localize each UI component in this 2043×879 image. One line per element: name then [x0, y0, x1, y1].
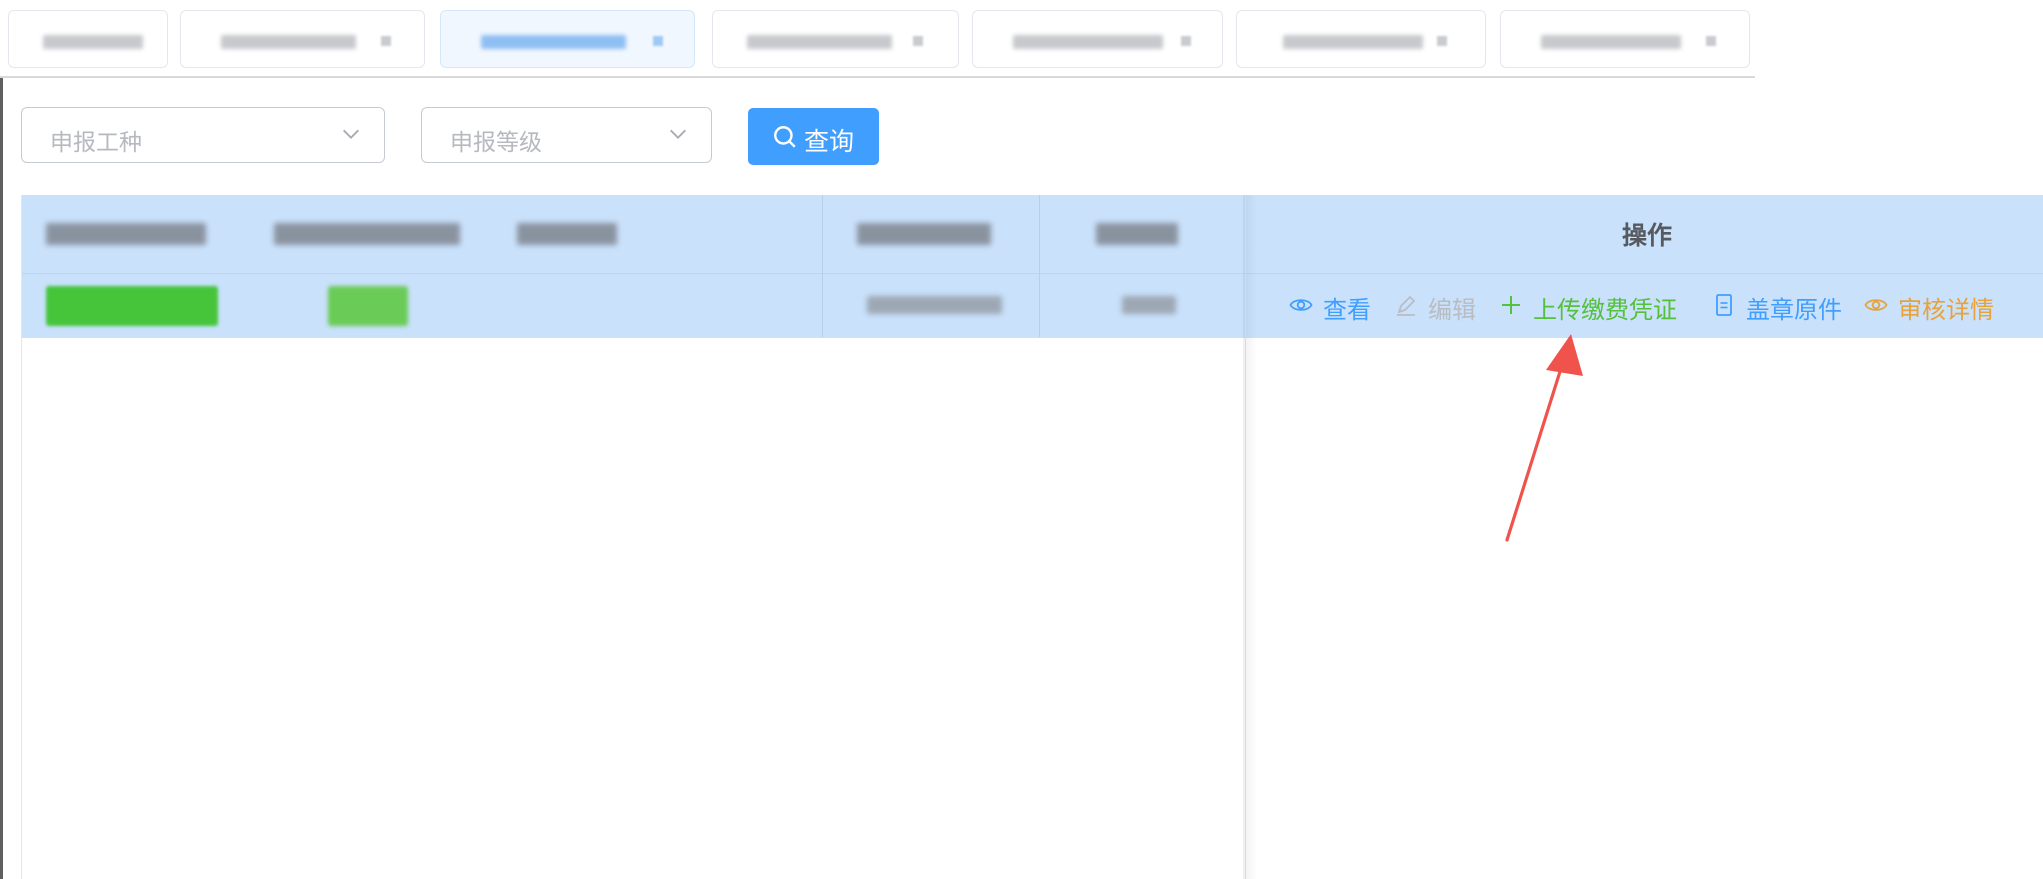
- close-icon[interactable]: [1437, 36, 1447, 46]
- tab-label-redacted: [221, 35, 356, 49]
- column-divider: [1039, 195, 1040, 337]
- level-placeholder: 申报等级: [450, 129, 542, 155]
- query-button-label: 查询: [804, 128, 855, 156]
- chevron-down-icon: [670, 129, 686, 139]
- view-label: 查看: [1323, 297, 1371, 324]
- document-icon: [1716, 294, 1732, 316]
- table-header: 操作: [22, 195, 2043, 273]
- eye-icon: [1289, 299, 1313, 311]
- close-icon[interactable]: [1181, 36, 1191, 46]
- cell-value-redacted: [1122, 296, 1176, 314]
- status-badge: [46, 286, 218, 326]
- job-type-select[interactable]: 申报工种: [21, 107, 385, 163]
- query-button[interactable]: 查询: [748, 108, 879, 165]
- sealed-original-label: 盖章原件: [1746, 297, 1842, 324]
- cell-value-redacted: [867, 296, 1002, 314]
- operation-column-header: 操作: [1622, 222, 1673, 250]
- window-edge: [0, 0, 3, 879]
- tab-label-redacted: [1283, 35, 1423, 49]
- edit-label: 编辑: [1428, 297, 1476, 324]
- upload-payment-proof-label: 上传缴费凭证: [1533, 297, 1677, 324]
- column-header-redacted: [857, 223, 991, 245]
- tab-1[interactable]: [8, 10, 168, 68]
- tab-label-redacted: [43, 35, 143, 49]
- tab-4[interactable]: [712, 10, 959, 68]
- tab-label-redacted: [1541, 35, 1681, 49]
- tab-label-redacted: [747, 35, 892, 49]
- column-header-redacted: [274, 223, 460, 245]
- close-icon[interactable]: [913, 36, 923, 46]
- plus-icon: [1502, 296, 1520, 314]
- chevron-down-icon: [343, 129, 359, 139]
- tab-7[interactable]: [1500, 10, 1750, 68]
- tab-3-active[interactable]: [440, 10, 695, 68]
- tab-2[interactable]: [180, 10, 425, 68]
- tab-label-redacted: [1013, 35, 1163, 49]
- page-tabs: [0, 0, 1755, 78]
- column-header-redacted: [517, 223, 617, 245]
- table-row: 查看 编辑 上传缴费凭证 盖章原件 审核详情: [22, 273, 2043, 338]
- column-header-redacted: [46, 223, 206, 245]
- tab-5[interactable]: [972, 10, 1223, 68]
- column-header-redacted: [1096, 223, 1178, 245]
- review-details-label: 审核详情: [1898, 297, 1994, 324]
- fixed-column-shadow: [1243, 195, 1257, 879]
- close-icon[interactable]: [381, 36, 391, 46]
- application-table: 操作 查看 编辑 上传缴费凭证 盖章原件 审核详情: [21, 195, 2043, 879]
- search-icon: [774, 126, 796, 148]
- tab-label-redacted: [481, 35, 626, 49]
- status-badge: [328, 286, 408, 326]
- job-type-placeholder: 申报工种: [50, 129, 142, 155]
- pencil-icon: [1397, 295, 1416, 316]
- tab-6[interactable]: [1236, 10, 1486, 68]
- eye-icon: [1864, 299, 1888, 311]
- level-select[interactable]: 申报等级: [421, 107, 712, 163]
- column-divider: [822, 195, 823, 337]
- close-icon[interactable]: [653, 36, 663, 46]
- close-icon[interactable]: [1706, 36, 1716, 46]
